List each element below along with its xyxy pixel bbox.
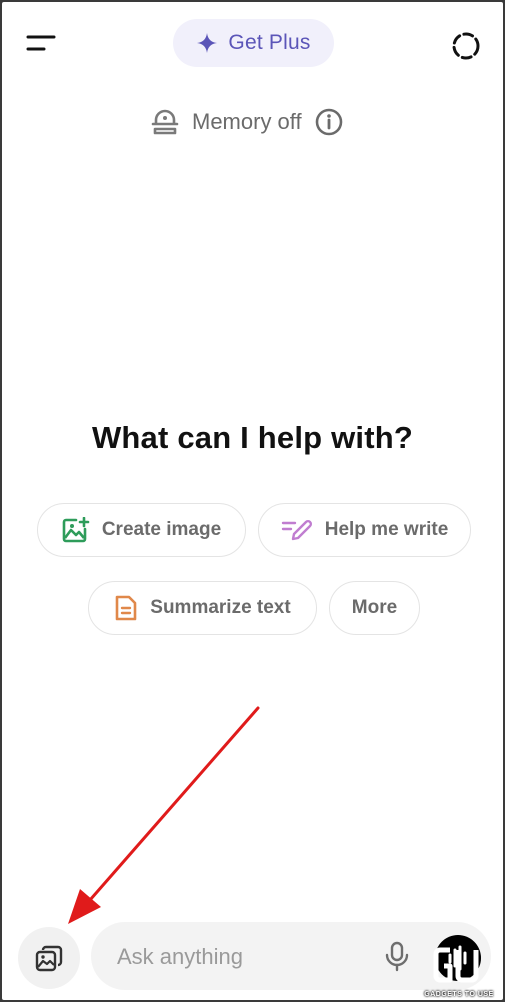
more-label: More [351, 597, 398, 618]
memory-info-button[interactable] [314, 107, 344, 137]
memory-status: Memory off [150, 104, 344, 140]
get-plus-label: Get Plus [228, 31, 311, 54]
temporary-chat-button[interactable] [448, 28, 484, 64]
create-image-label: Create image [101, 519, 222, 540]
sparkle-icon [197, 33, 218, 53]
help-me-write-chip[interactable]: Help me write [258, 503, 471, 557]
get-plus-button[interactable]: Get Plus [173, 19, 334, 67]
memory-off-icon [151, 109, 179, 135]
microphone-button[interactable] [383, 940, 411, 972]
menu-icon [26, 35, 56, 51]
summarize-text-chip[interactable]: Summarize text [88, 581, 317, 635]
memory-label: Memory off [192, 109, 302, 134]
info-icon [315, 108, 342, 136]
menu-button[interactable] [22, 28, 62, 60]
document-icon [115, 595, 137, 621]
dashed-circle-icon [452, 32, 480, 60]
summarize-text-label: Summarize text [150, 597, 291, 618]
annotation-arrow [68, 706, 260, 924]
microphone-icon [385, 941, 409, 972]
page-title: What can I help with? [91, 420, 414, 455]
voice-mode-button[interactable] [435, 935, 481, 981]
pen-icon [281, 519, 312, 541]
photos-icon [35, 945, 63, 972]
watermark-text: GADGETS TO USE [424, 991, 494, 998]
message-composer [91, 922, 491, 992]
create-image-chip[interactable]: Create image [37, 503, 246, 557]
voice-waveform-icon [448, 945, 467, 971]
app-screen: Get Plus Memory off What can I help with… [2, 2, 503, 1000]
image-plus-icon [62, 517, 90, 543]
attach-photos-button[interactable] [18, 927, 80, 989]
message-input[interactable] [115, 922, 369, 992]
more-chip[interactable]: More [329, 581, 420, 635]
help-me-write-label: Help me write [324, 519, 449, 540]
